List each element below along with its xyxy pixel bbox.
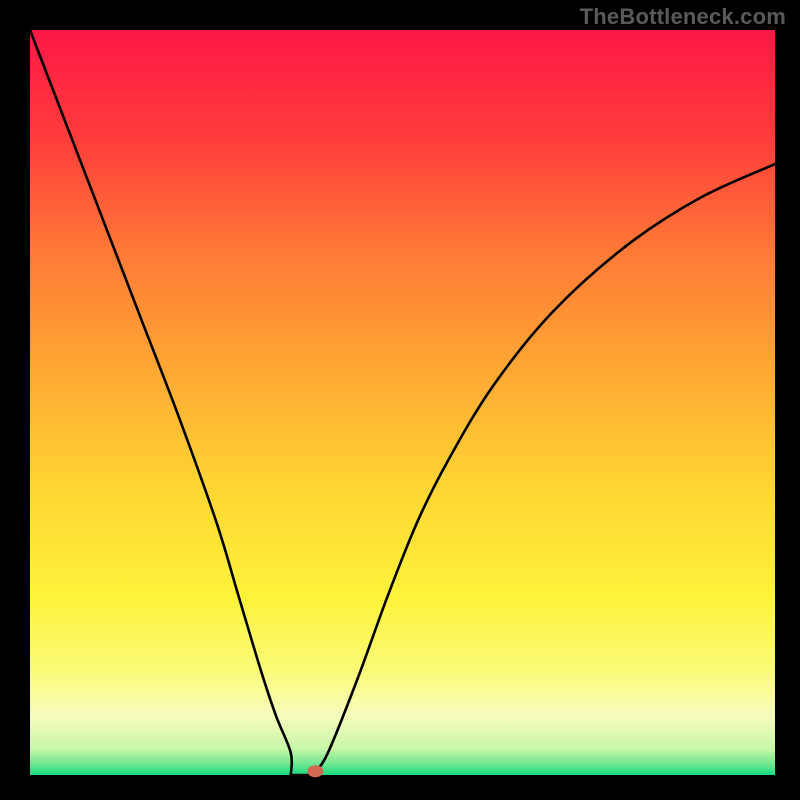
optimal-marker [307,765,323,777]
bottleneck-chart [0,0,800,800]
chart-frame: TheBottleneck.com [0,0,800,800]
plot-background [30,30,775,775]
